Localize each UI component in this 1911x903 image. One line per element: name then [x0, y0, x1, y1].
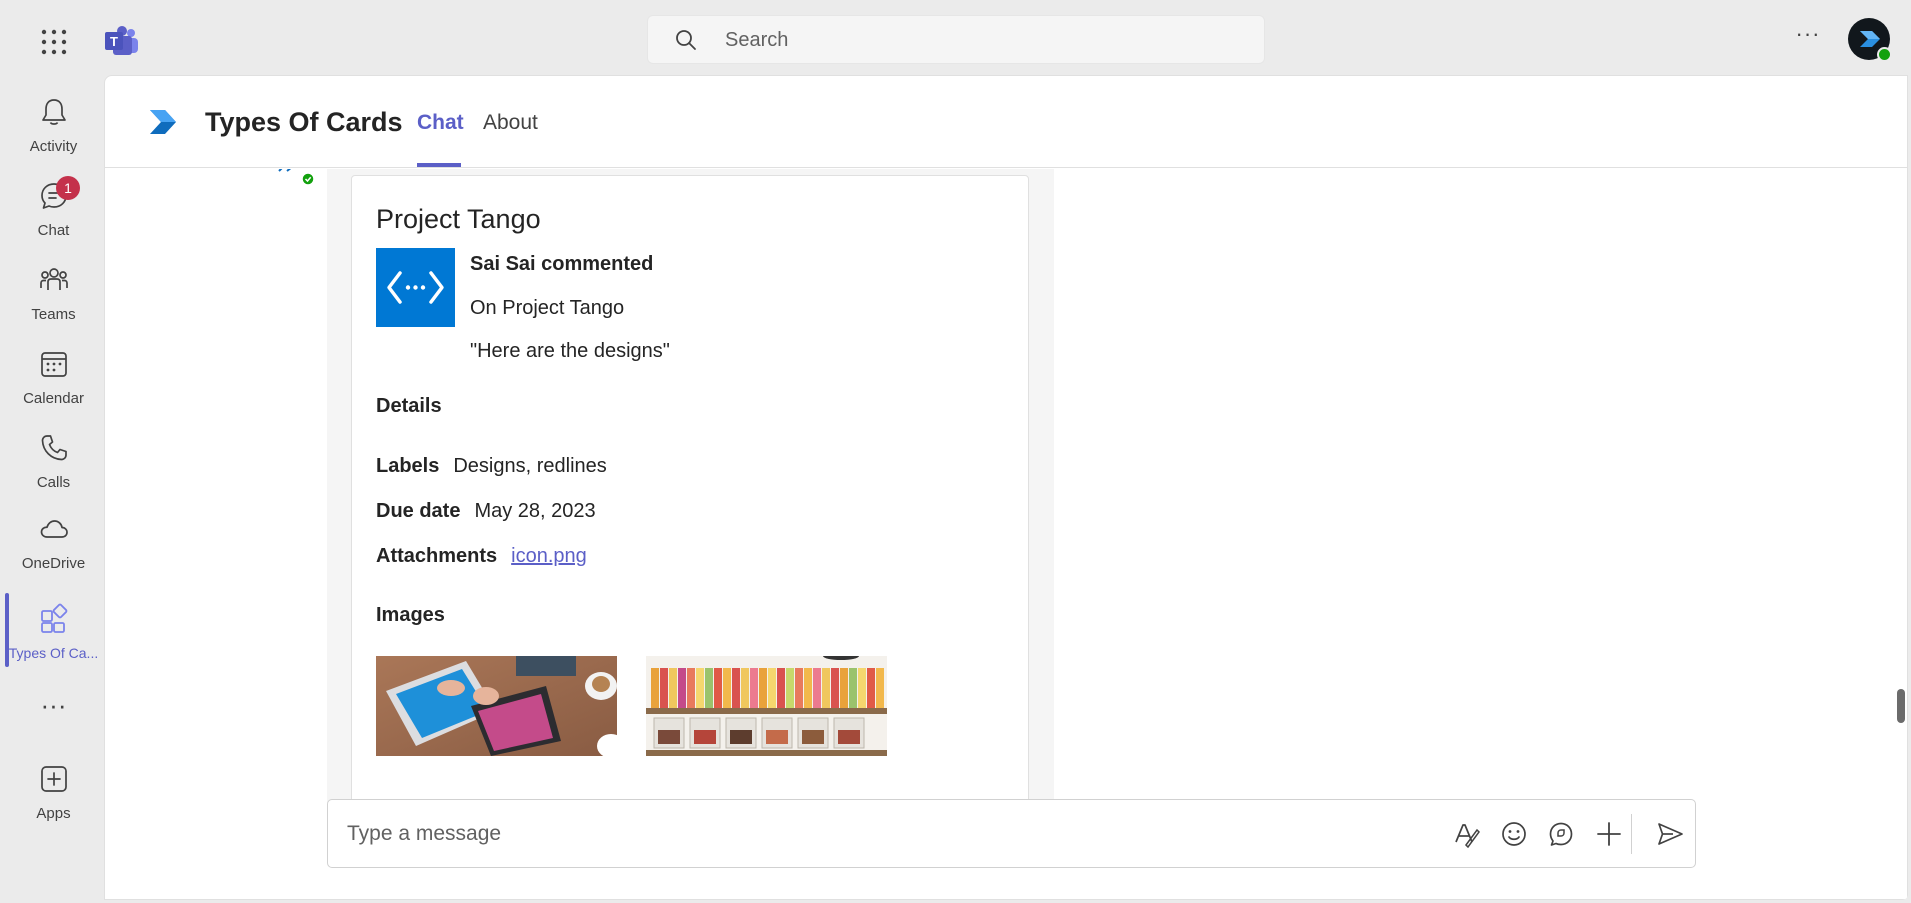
- avatar[interactable]: [1848, 18, 1892, 62]
- fact-value: May 28, 2023: [474, 500, 596, 522]
- add-attachment-icon[interactable]: [1595, 820, 1623, 848]
- shelves-photo-icon: [646, 656, 887, 756]
- compose-box[interactable]: Type a message: [327, 799, 1696, 868]
- app-logo-icon: [150, 110, 176, 134]
- teams-icon: [40, 268, 68, 290]
- tab-about[interactable]: About: [483, 111, 538, 135]
- fact-key: Due date: [376, 500, 461, 522]
- rail-item-apps[interactable]: Apps: [3, 753, 104, 833]
- message-list[interactable]: Project Tango Sai Sai commented On Proje…: [105, 169, 1907, 823]
- loop-component-icon[interactable]: [1547, 820, 1575, 848]
- phone-icon: [41, 435, 67, 461]
- card-title: Project Tango: [376, 204, 541, 234]
- search-box[interactable]: Search: [647, 15, 1265, 64]
- unread-badge: 1: [56, 176, 80, 200]
- attachment-link[interactable]: icon.png: [511, 545, 587, 567]
- rail-more-apps[interactable]: ···: [3, 688, 104, 728]
- code-glyph-icon: [387, 271, 444, 304]
- rail-item-label: Teams: [31, 306, 76, 323]
- laptop-photo-icon: [376, 656, 617, 756]
- rail-item-calls[interactable]: Calls: [3, 422, 104, 502]
- rail-item-teams[interactable]: Teams: [3, 254, 104, 334]
- compose-divider: [1631, 814, 1632, 854]
- rail-item-label: Types Of Ca...: [8, 645, 99, 661]
- app-launcher-icon[interactable]: [39, 27, 69, 57]
- main-pane: Types Of Cards Chat About Project Tango: [104, 75, 1908, 900]
- app-grid-icon: [41, 603, 68, 633]
- rail-item-label: OneDrive: [21, 555, 86, 572]
- ellipsis-icon: ···: [40, 690, 67, 720]
- title-bar: T Search ···: [3, 3, 1908, 78]
- fact-labels: Labels Designs, redlines: [376, 455, 607, 478]
- fact-key: Attachments: [376, 545, 498, 567]
- add-app-icon: [41, 766, 67, 792]
- bell-icon: [42, 99, 66, 125]
- fact-value: Designs, redlines: [453, 455, 607, 477]
- rail-item-chat[interactable]: 1 Chat: [3, 170, 104, 250]
- code-icon: [376, 248, 455, 327]
- fact-key: Labels: [376, 455, 440, 477]
- rail-item-label: Calendar: [23, 390, 84, 407]
- rail-item-calendar[interactable]: Calendar: [3, 338, 104, 418]
- fact-due-date: Due date May 28, 2023: [376, 500, 596, 523]
- teams-logo-icon: T: [105, 26, 138, 55]
- comment-context: On Project Tango: [470, 297, 625, 319]
- cloud-icon: [40, 520, 68, 538]
- search-placeholder: Search: [725, 29, 789, 51]
- comment-quote: "Here are the designs": [470, 340, 670, 362]
- rail-item-onedrive[interactable]: OneDrive: [3, 503, 104, 583]
- bot-avatar-icon: [278, 169, 315, 186]
- emoji-icon[interactable]: [1500, 820, 1528, 848]
- card-image-laptop[interactable]: [376, 656, 617, 756]
- rail-item-label: Apps: [36, 805, 71, 822]
- images-heading: Images: [376, 604, 445, 626]
- send-icon[interactable]: [1656, 820, 1684, 848]
- app-rail: Activity 1 Chat Teams Calendar Calls One…: [3, 78, 104, 900]
- message-bubble: Project Tango Sai Sai commented On Proje…: [327, 169, 1054, 823]
- more-options-icon[interactable]: ···: [1793, 23, 1823, 55]
- teams-window: T Search ··· Activity 1 Chat Teams Calen…: [3, 3, 1908, 900]
- comment-author: Sai Sai commented: [470, 253, 654, 275]
- app-header: Types Of Cards Chat About: [105, 76, 1907, 168]
- fact-attachments: Attachments icon.png: [376, 545, 587, 568]
- page-title: Types Of Cards: [205, 107, 403, 137]
- calendar-icon: [41, 352, 67, 377]
- scrollbar-thumb[interactable]: [1897, 689, 1905, 723]
- rail-item-activity[interactable]: Activity: [3, 86, 104, 166]
- search-icon: [676, 30, 696, 50]
- rail-item-label: Chat: [37, 222, 70, 239]
- details-heading: Details: [376, 395, 442, 417]
- rail-item-label: Activity: [29, 138, 78, 155]
- presence-available-icon: [1877, 47, 1892, 62]
- rail-item-label: Calls: [36, 474, 71, 491]
- svg-text:T: T: [110, 34, 118, 49]
- message-input[interactable]: Type a message: [347, 822, 501, 846]
- card-image-shelves[interactable]: [646, 656, 887, 756]
- rail-item-types-of-cards[interactable]: Types Of Ca...: [3, 593, 104, 673]
- active-tab-indicator: [417, 163, 461, 167]
- format-icon[interactable]: [1452, 820, 1480, 848]
- tab-chat[interactable]: Chat: [417, 111, 464, 135]
- adaptive-card: Project Tango Sai Sai commented On Proje…: [351, 175, 1029, 823]
